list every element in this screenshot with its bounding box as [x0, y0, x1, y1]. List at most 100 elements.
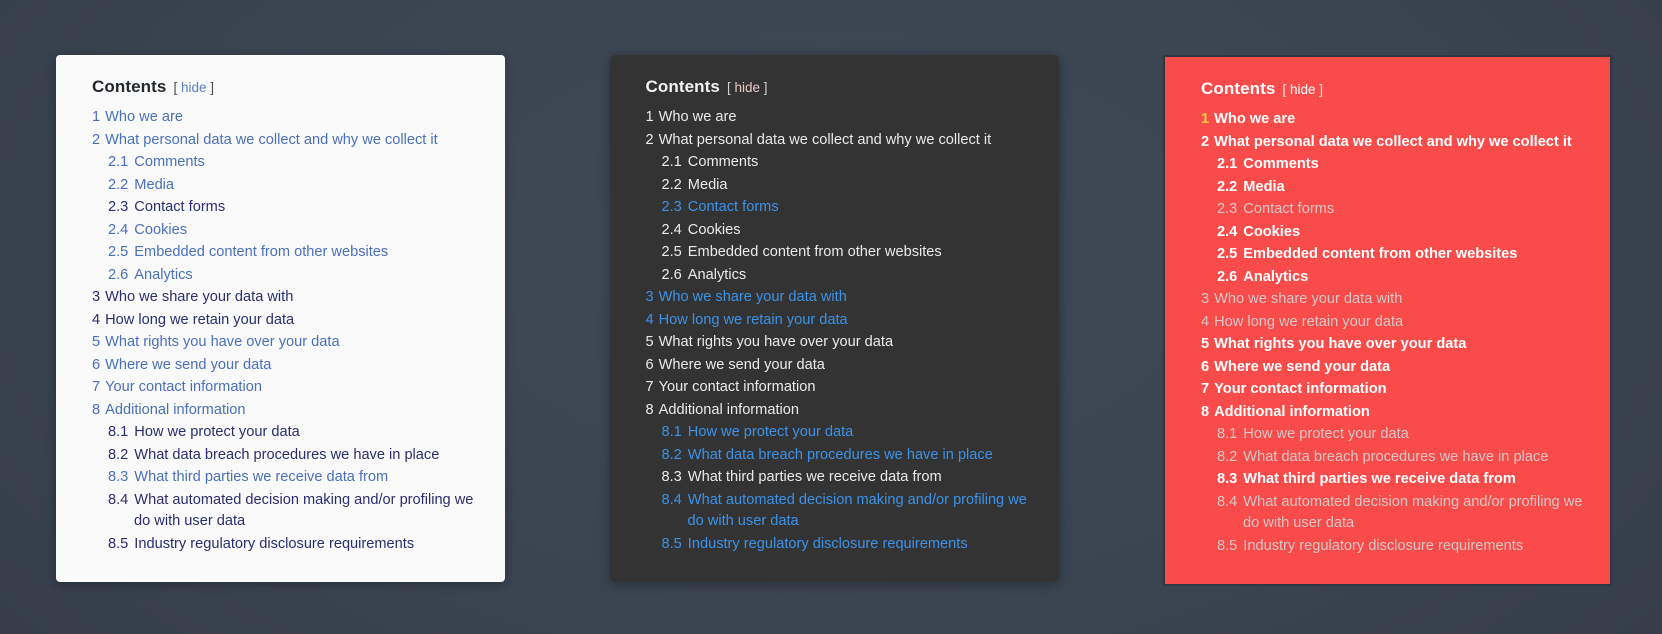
toc-link-label: Additional information [658, 401, 799, 418]
toc-link-4[interactable]: 4 How long we retain your data [1201, 312, 1584, 334]
toc-link-number: 2 [645, 131, 654, 148]
toc-link-6[interactable]: 6 Where we send your data [1201, 357, 1584, 379]
toc-hide-control: [ hide ] [727, 80, 768, 95]
toc-link-label: Who we are [658, 109, 737, 125]
toc-link-7[interactable]: 7 Your contact information [646, 377, 1033, 399]
hide-open-bracket: [ [1282, 82, 1287, 97]
toc-header: Contents [ hide ] [646, 77, 1033, 97]
toc-link-2-5[interactable]: 2.5 Embedded content from other websites [1217, 244, 1584, 266]
toc-link-2-3[interactable]: 2.3 Contact forms [662, 197, 1033, 219]
hide-open-bracket: [ [173, 80, 178, 95]
toc-link-2-1[interactable]: 2.1 Comments [108, 152, 479, 174]
toc-link-7[interactable]: 7 Your contact information [92, 377, 479, 399]
toc-link-number: 6 [92, 356, 101, 373]
toc-link-8-2[interactable]: 8.2 What data breach procedures we have i… [1217, 447, 1584, 469]
toc-link-8[interactable]: 8 Additional information [92, 400, 479, 422]
toc-link-number: 4 [645, 311, 654, 328]
toc-link-8-4[interactable]: 8.4 What automated decision making and/or… [662, 490, 1033, 533]
toc-link-2-4[interactable]: 2.4 Cookies [1217, 222, 1584, 244]
toc-link-label: Industry regulatory disclosure requireme… [134, 535, 415, 552]
toc-link-5[interactable]: 5 What rights you have over your data [1201, 334, 1584, 356]
toc-link-6[interactable]: 6 Where we send your data [92, 355, 479, 377]
toc-link-label: What third parties we receive data from [134, 469, 389, 485]
toc-link-5[interactable]: 5 What rights you have over your data [646, 332, 1033, 354]
toc-hide-control: [ hide ] [173, 80, 214, 95]
toc-link-1[interactable]: 1 Who we are [92, 107, 479, 129]
toc-link-8-1[interactable]: 8.1 How we protect your data [1217, 424, 1584, 446]
toc-link-2-4[interactable]: 2.4 Cookies [108, 220, 479, 242]
toc-link-5[interactable]: 5 What rights you have over your data [92, 332, 479, 354]
toc-link-label: Where we send your data [1214, 358, 1391, 375]
toc-link-3[interactable]: 3 Who we share your data with [92, 287, 479, 309]
toc-link-number: 8.5 [108, 535, 129, 552]
toc-link-8-1[interactable]: 8.1 How we protect your data [108, 422, 479, 444]
toc-link-8-4[interactable]: 8.4 What automated decision making and/or… [108, 490, 479, 533]
toc-link-2[interactable]: 2 What personal data we collect and why w… [646, 130, 1033, 152]
toc-link-2-5[interactable]: 2.5 Embedded content from other websites [108, 242, 479, 264]
toc-link-1[interactable]: 1 Who we are [646, 107, 1033, 129]
toc-link-3[interactable]: 3 Who we share your data with [646, 287, 1033, 309]
toc-link-2-2[interactable]: 2.2 Media [1217, 177, 1584, 199]
toc-link-8-5[interactable]: 8.5 Industry regulatory disclosure requir… [108, 534, 479, 556]
toc-link-2-3[interactable]: 2.3 Contact forms [108, 197, 479, 219]
toc-link-8-3[interactable]: 8.3 What third parties we receive data fr… [108, 467, 479, 489]
toc-link-label: How we protect your data [134, 424, 300, 440]
toc-link-7[interactable]: 7 Your contact information [1201, 379, 1584, 401]
toc-link-2-5[interactable]: 2.5 Embedded content from other websites [662, 242, 1033, 264]
toc-link-number: 8.4 [1217, 493, 1238, 510]
toc-link-8-4[interactable]: 8.4 What automated decision making and/or… [1217, 492, 1584, 535]
toc-link-8-5[interactable]: 8.5 Industry regulatory disclosure requir… [662, 534, 1033, 556]
toc-link-2-1[interactable]: 2.1 Comments [1217, 154, 1584, 176]
hide-close-bracket: ] [763, 80, 768, 95]
toc-link-8-1[interactable]: 8.1 How we protect your data [662, 422, 1033, 444]
toc-link-4[interactable]: 4 How long we retain your data [92, 310, 479, 332]
toc-link-label: Where we send your data [105, 356, 272, 373]
toc-link-number: 2.4 [661, 221, 682, 238]
toc-link-label: What personal data we collect and why we… [658, 131, 992, 148]
toc-link-label: What automated decision making and/or pr… [1243, 493, 1583, 532]
toc-link-label: How long we retain your data [658, 311, 848, 328]
toc-link-number: 2 [1201, 133, 1210, 150]
toc-link-8[interactable]: 8 Additional information [1201, 402, 1584, 424]
toc-link-2-2[interactable]: 2.2 Media [108, 175, 479, 197]
toc-link-8-2[interactable]: 8.2 What data breach procedures we have i… [662, 445, 1033, 467]
toc-link-8-2[interactable]: 8.2 What data breach procedures we have i… [108, 445, 479, 467]
toc-link-2-6[interactable]: 2.6 Analytics [662, 265, 1033, 287]
hide-link[interactable]: hide [181, 80, 207, 95]
toc-link-number: 2.1 [108, 154, 129, 170]
toc-link-number: 2.6 [108, 266, 129, 283]
toc-link-8-5[interactable]: 8.5 Industry regulatory disclosure requir… [1217, 536, 1584, 558]
toc-link-8-3[interactable]: 8.3 What third parties we receive data fr… [662, 467, 1033, 489]
toc-link-8[interactable]: 8 Additional information [646, 400, 1033, 422]
toc-link-2[interactable]: 2 What personal data we collect and why w… [92, 130, 479, 152]
toc-link-2-6[interactable]: 2.6 Analytics [108, 265, 479, 287]
toc-box-dark: Contents[ hide ] 1 Who we are 2 What persona… [609, 55, 1059, 583]
toc-link-number: 8.1 [661, 424, 682, 440]
toc-link-label: Your contact information [1214, 381, 1387, 397]
toc-title: Contents [92, 77, 167, 96]
toc-link-4[interactable]: 4 How long we retain your data [646, 310, 1033, 332]
toc-link-number: 2.2 [1217, 178, 1238, 195]
toc-link-2[interactable]: 2 What personal data we collect and why w… [1201, 132, 1584, 154]
toc-link-label: Cookies [687, 221, 741, 238]
hide-link[interactable]: hide [1290, 82, 1316, 97]
toc-link-number: 7 [645, 379, 654, 395]
toc-link-number: 8.3 [108, 469, 129, 485]
toc-link-8-3[interactable]: 8.3 What third parties we receive data fr… [1217, 469, 1584, 491]
toc-link-label: What data breach procedures we have in p… [1243, 448, 1549, 465]
toc-link-2-4[interactable]: 2.4 Cookies [662, 220, 1033, 242]
hide-link[interactable]: hide [735, 80, 761, 95]
toc-link-1[interactable]: 1 Who we are [1201, 109, 1584, 131]
toc-link-number: 2.5 [661, 244, 682, 260]
toc-link-label: What automated decision making and/or pr… [687, 491, 1027, 530]
toc-link-2-6[interactable]: 2.6 Analytics [1217, 267, 1584, 289]
toc-link-2-2[interactable]: 2.2 Media [662, 175, 1033, 197]
toc-link-2-1[interactable]: 2.1 Comments [662, 152, 1033, 174]
toc-link-number: 1 [92, 109, 101, 125]
toc-link-2-3[interactable]: 2.3 Contact forms [1217, 199, 1584, 221]
toc-link-number: 8.1 [108, 424, 129, 440]
toc-link-label: Additional information [105, 401, 246, 418]
toc-link-3[interactable]: 3 Who we share your data with [1201, 289, 1584, 311]
toc-link-6[interactable]: 6 Where we send your data [646, 355, 1033, 377]
toc-link-number: 5 [1201, 336, 1210, 352]
